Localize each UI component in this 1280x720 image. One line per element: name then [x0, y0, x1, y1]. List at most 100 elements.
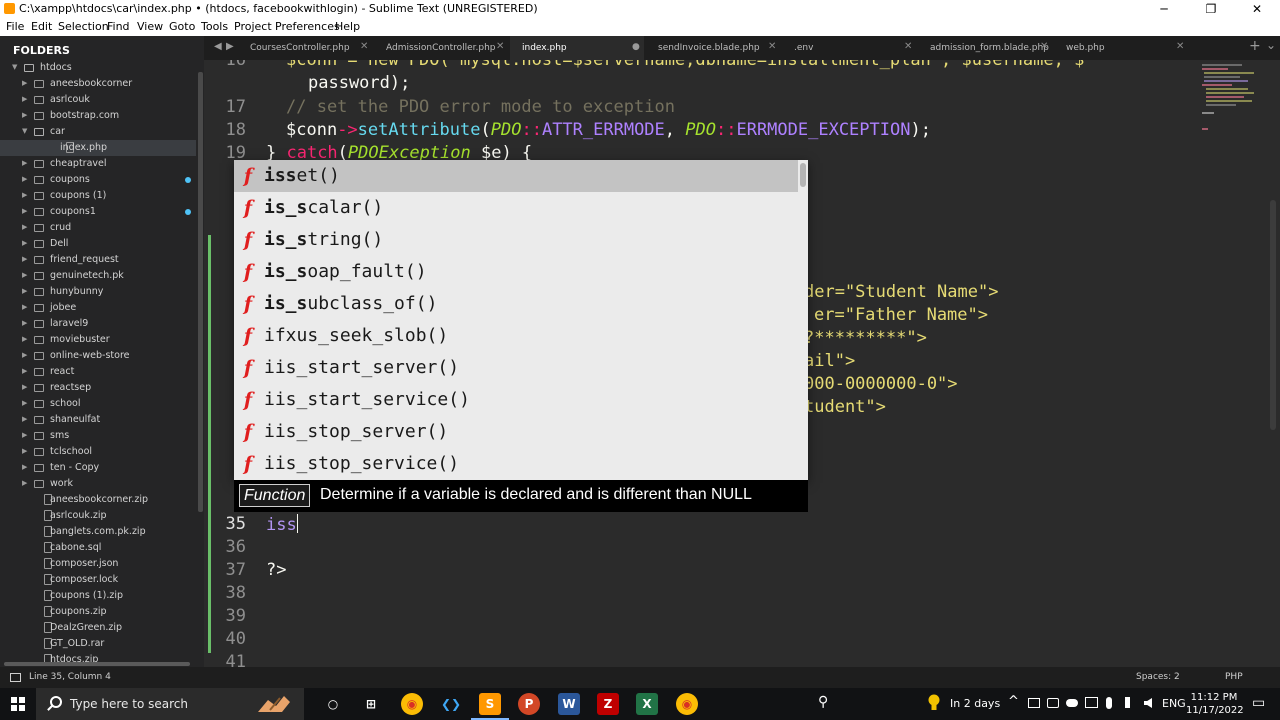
- cloud-icon[interactable]: [1066, 699, 1078, 707]
- autocomplete-item[interactable]: f iis_stop_service(): [234, 448, 798, 480]
- tree-item-genuinetech-pk[interactable]: ▶ genuinetech.pk: [0, 268, 196, 284]
- tree-item-friend-request[interactable]: ▶ friend_request: [0, 252, 196, 268]
- tree-item-coupons[interactable]: ▶ coupons: [0, 172, 196, 188]
- autocomplete-item[interactable]: f is_soap_fault(): [234, 256, 798, 288]
- autocomplete-item[interactable]: f is_scalar(): [234, 192, 798, 224]
- taskbar-app-powerpoint-icon[interactable]: P: [518, 693, 540, 715]
- autocomplete-item[interactable]: f iis_start_service(): [234, 384, 798, 416]
- tree-item-dealzgreen-zip[interactable]: DealzGreen.zip: [0, 620, 196, 636]
- tree-item-coupons-1-zip[interactable]: coupons (1).zip: [0, 588, 196, 604]
- chevron-right-icon[interactable]: ▶: [22, 191, 27, 199]
- chevron-right-icon[interactable]: ▶: [22, 319, 27, 327]
- tree-item-composer-json[interactable]: composer.json: [0, 556, 196, 572]
- autocomplete-item[interactable]: f isset(): [234, 160, 798, 192]
- taskbar-app-widgets-icon[interactable]: ⊞: [360, 693, 382, 715]
- panel-toggle-icon[interactable]: [10, 673, 21, 682]
- chevron-right-icon[interactable]: ▶: [22, 383, 27, 391]
- chevron-right-icon[interactable]: ▶: [22, 255, 27, 263]
- chevron-right-icon[interactable]: ▶: [22, 367, 27, 375]
- language-indicator[interactable]: ENG: [1162, 697, 1186, 710]
- tree-item-coupons1[interactable]: ▶ coupons1: [0, 204, 196, 220]
- tree-item-hunybunny[interactable]: ▶ hunybunny: [0, 284, 196, 300]
- weather-bulb-icon[interactable]: [928, 694, 940, 712]
- taskbar-app-word-icon[interactable]: W: [558, 693, 580, 715]
- tree-item-cabone-sql[interactable]: cabone.sql: [0, 540, 196, 556]
- chevron-right-icon[interactable]: ▶: [22, 79, 27, 87]
- tree-item-work[interactable]: ▶ work: [0, 476, 196, 492]
- chevron-right-icon[interactable]: ▶: [22, 271, 27, 279]
- tab-index-php[interactable]: index.php ●: [510, 36, 644, 60]
- maximize-button[interactable]: ❐: [1188, 0, 1234, 18]
- tree-item-aneesbookcorner[interactable]: ▶ aneesbookcorner: [0, 76, 196, 92]
- taskbar-app-vs-code-icon[interactable]: ❮❯: [440, 693, 462, 715]
- tab-prev-arrow-icon[interactable]: ◀: [214, 41, 222, 52]
- unsaved-dot-icon[interactable]: ●: [632, 42, 640, 52]
- tab-admission-controller[interactable]: AdmissionController.php ✕: [374, 36, 508, 60]
- microphone-icon[interactable]: [1106, 697, 1112, 709]
- tree-item-composer-lock[interactable]: composer.lock: [0, 572, 196, 588]
- tree-item-gt-old-rar[interactable]: GT_OLD.rar: [0, 636, 196, 652]
- taskbar-clock[interactable]: 11:12 PM 11/17/2022: [1186, 691, 1244, 717]
- menu-project[interactable]: Project: [234, 20, 272, 33]
- tree-item-jobee[interactable]: ▶ jobee: [0, 300, 196, 316]
- new-tab-icon[interactable]: +: [1249, 38, 1261, 54]
- windows-start-icon[interactable]: [11, 697, 25, 711]
- chevron-right-icon[interactable]: ▶: [22, 239, 27, 247]
- tree-item-bootstrap-com[interactable]: ▶ bootstrap.com: [0, 108, 196, 124]
- taskbar-app-filezilla-icon[interactable]: Z: [597, 693, 619, 715]
- autocomplete-popup[interactable]: f isset() f is_scalar() f is_string() f is_soap…: [234, 160, 808, 480]
- device-icon[interactable]: [1028, 698, 1040, 708]
- autocomplete-item[interactable]: f is_string(): [234, 224, 798, 256]
- storage-icon[interactable]: [1047, 698, 1059, 708]
- tree-item-sms[interactable]: ▶ sms: [0, 428, 196, 444]
- tab-send-invoice[interactable]: sendInvoice.blade.php ✕: [646, 36, 780, 60]
- autocomplete-scrollbar[interactable]: [800, 163, 806, 187]
- tab-close-icon[interactable]: ✕: [360, 41, 368, 52]
- menu-edit[interactable]: Edit: [31, 20, 52, 33]
- autocomplete-item[interactable]: f iis_start_server(): [234, 352, 798, 384]
- tree-item-index-php[interactable]: index.php: [0, 140, 196, 156]
- chevron-right-icon[interactable]: ▶: [22, 95, 27, 103]
- menu-file[interactable]: File: [6, 20, 24, 33]
- minimize-button[interactable]: ─: [1141, 0, 1187, 18]
- wifi-icon[interactable]: [1125, 697, 1137, 708]
- autocomplete-item[interactable]: f iis_stop_server(): [234, 416, 798, 448]
- indentation-setting[interactable]: Spaces: 2: [1136, 672, 1180, 682]
- chevron-right-icon[interactable]: ▶: [22, 415, 27, 423]
- tree-item-coupons-1-[interactable]: ▶ coupons (1): [0, 188, 196, 204]
- taskbar-app-task-view-icon[interactable]: ○: [322, 693, 344, 715]
- menu-view[interactable]: View: [137, 20, 163, 33]
- chevron-right-icon[interactable]: ▶: [22, 207, 27, 215]
- tree-item-asrlcouk-zip[interactable]: asrlcouk.zip: [0, 508, 196, 524]
- chevron-down-icon[interactable]: ▼: [12, 63, 17, 71]
- menu-find[interactable]: Find: [107, 20, 130, 33]
- tree-item-ten-copy[interactable]: ▶ ten - Copy: [0, 460, 196, 476]
- menu-tools[interactable]: Tools: [201, 20, 228, 33]
- chevron-right-icon[interactable]: ▶: [22, 111, 27, 119]
- chevron-right-icon[interactable]: ▶: [22, 431, 27, 439]
- chevron-right-icon[interactable]: ▶: [22, 335, 27, 343]
- menu-preferences[interactable]: Preferences: [275, 20, 340, 33]
- tree-item-dell[interactable]: ▶ Dell: [0, 236, 196, 252]
- taskbar-search-box[interactable]: Type here to search: [36, 688, 304, 720]
- tree-item-htdocs[interactable]: ▼ htdocs: [0, 60, 196, 76]
- taskbar-app-excel-icon[interactable]: X: [636, 693, 658, 715]
- tab-courses-controller[interactable]: CoursesController.php ✕: [238, 36, 372, 60]
- weather-text[interactable]: In 2 days: [950, 697, 1000, 710]
- tree-item-reactsep[interactable]: ▶ reactsep: [0, 380, 196, 396]
- chevron-right-icon[interactable]: ▶: [22, 223, 27, 231]
- tab-close-icon[interactable]: ✕: [496, 41, 504, 52]
- editor-vertical-scrollbar[interactable]: [1270, 200, 1276, 430]
- close-window-button[interactable]: ✕: [1234, 0, 1280, 18]
- tree-item-asrlcouk[interactable]: ▶ asrlcouk: [0, 92, 196, 108]
- chevron-down-icon[interactable]: ▼: [22, 127, 27, 135]
- tab-web-php[interactable]: web.php ✕: [1054, 36, 1188, 60]
- tab-overflow-icon[interactable]: ⌄: [1266, 38, 1276, 52]
- taskbar-app-sublime-text-icon[interactable]: S: [471, 693, 509, 720]
- minimap[interactable]: [1198, 60, 1268, 140]
- chevron-right-icon[interactable]: ▶: [22, 479, 27, 487]
- sidebar-vertical-scrollbar[interactable]: [198, 72, 203, 512]
- tree-item-banglets-com-pk-zip[interactable]: banglets.com.pk.zip: [0, 524, 196, 540]
- syntax-setting[interactable]: PHP: [1225, 672, 1243, 682]
- tree-item-crud[interactable]: ▶ crud: [0, 220, 196, 236]
